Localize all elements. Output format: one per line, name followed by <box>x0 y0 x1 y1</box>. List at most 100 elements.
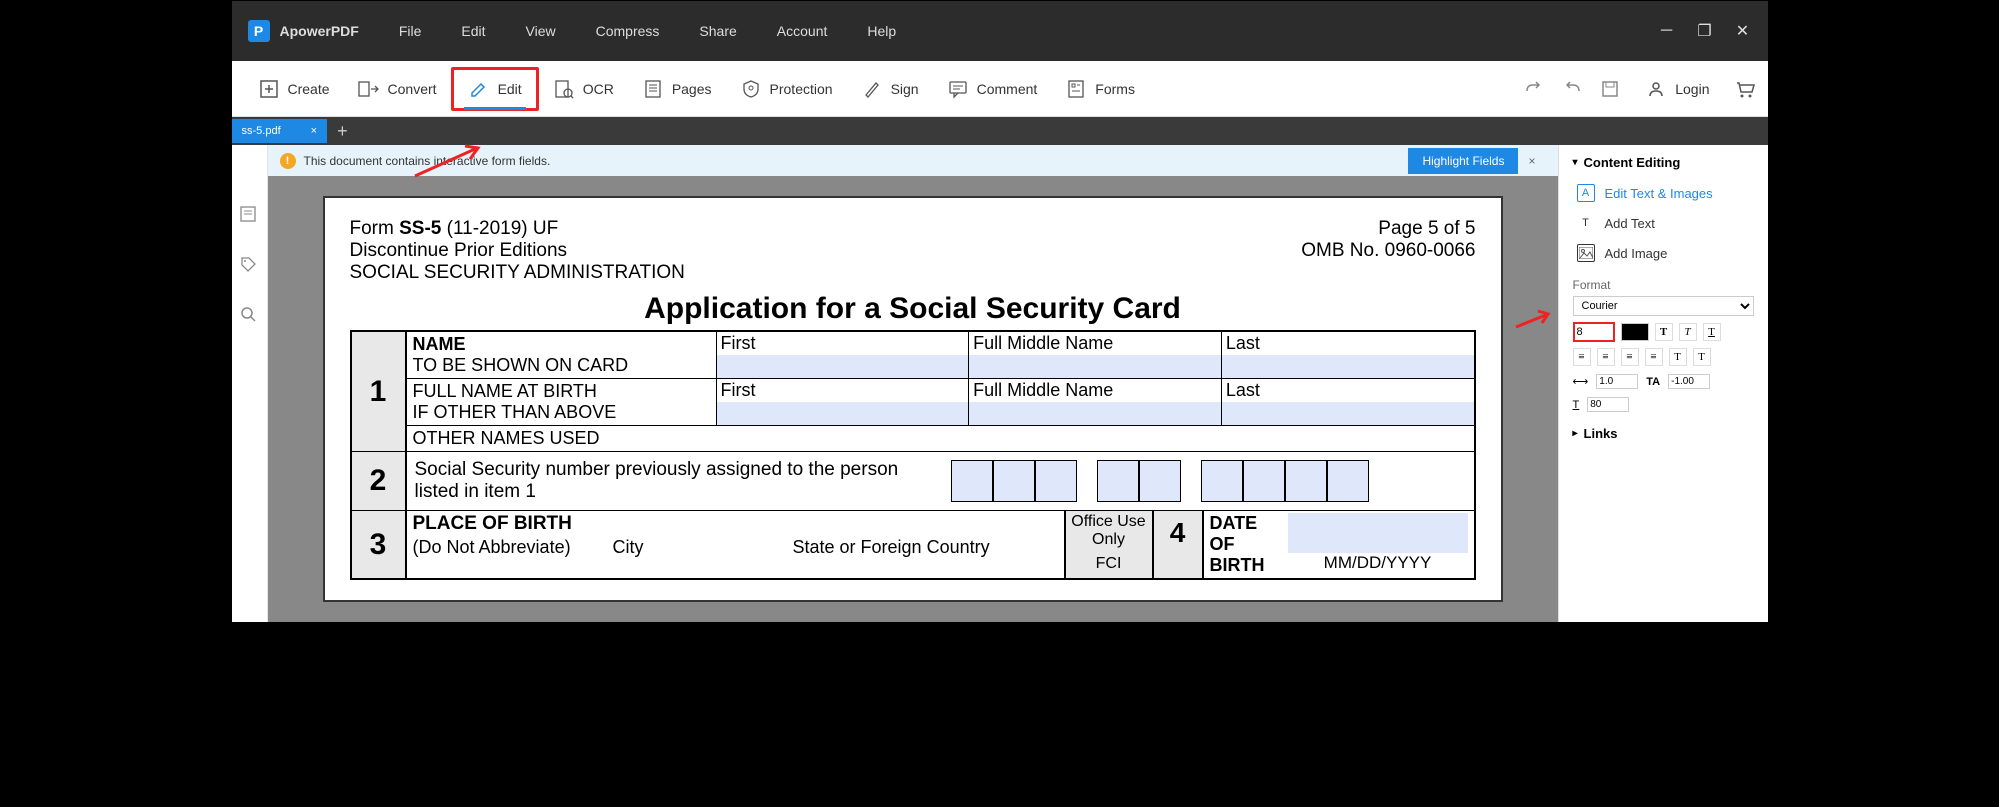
redo-icon[interactable] <box>1523 78 1545 100</box>
image-icon <box>1577 244 1595 262</box>
add-image-item[interactable]: Add Image <box>1573 238 1754 268</box>
menu-edit[interactable]: Edit <box>461 23 485 39</box>
form-number: Form SS-5 (11-2019) UF <box>350 218 559 239</box>
menu-account[interactable]: Account <box>777 23 828 39</box>
menu-help[interactable]: Help <box>867 23 896 39</box>
save-icon[interactable] <box>1599 78 1621 100</box>
hscale-icon: T <box>1573 399 1580 411</box>
tags-icon[interactable] <box>239 255 259 275</box>
convert-icon <box>358 78 380 100</box>
notice-close-icon[interactable]: × <box>1518 154 1545 168</box>
pages-button[interactable]: Pages <box>628 70 726 108</box>
birth-last-field[interactable] <box>1222 402 1474 425</box>
thumbnails-icon[interactable] <box>239 205 259 225</box>
ocr-icon <box>553 78 575 100</box>
birth-middle-field[interactable] <box>969 402 1221 425</box>
middle-name-field[interactable] <box>969 355 1221 378</box>
pdf-page[interactable]: Form SS-5 (11-2019) UF Discontinue Prior… <box>323 196 1503 602</box>
line-height-input[interactable] <box>1596 374 1638 389</box>
ssn-digit[interactable] <box>1201 460 1243 502</box>
form-table: 1 NAMETO BE SHOWN ON CARD First Full Mid… <box>350 330 1476 580</box>
add-text-item[interactable]: T Add Text <box>1573 208 1754 238</box>
row-number-1: 1 <box>352 332 407 451</box>
minimize-icon[interactable]: ─ <box>1658 22 1676 40</box>
forms-icon <box>1065 78 1087 100</box>
line-height-icon: ⟷ <box>1573 375 1589 388</box>
comment-icon <box>947 78 969 100</box>
content-editing-header[interactable]: Content Editing <box>1573 155 1754 170</box>
highlight-fields-button[interactable]: Highlight Fields <box>1408 148 1518 174</box>
menu-compress[interactable]: Compress <box>596 23 660 39</box>
superscript-icon[interactable]: T <box>1669 348 1687 366</box>
ocr-button[interactable]: OCR <box>539 70 628 108</box>
subscript-icon[interactable]: T <box>1693 348 1711 366</box>
close-icon[interactable]: ✕ <box>1734 22 1752 40</box>
font-size-input[interactable] <box>1573 322 1615 342</box>
edit-text-images-item[interactable]: A Edit Text & Images <box>1573 178 1754 208</box>
notice-bar: ! This document contains interactive for… <box>268 145 1558 176</box>
ssn-prompt: Social Security number previously assign… <box>407 453 947 509</box>
warning-icon: ! <box>280 153 296 169</box>
add-text-icon: T <box>1577 214 1595 232</box>
font-family-select[interactable]: Courier <box>1573 296 1754 316</box>
comment-button[interactable]: Comment <box>933 70 1052 108</box>
menu-view[interactable]: View <box>526 23 556 39</box>
ssn-boxes <box>947 452 1373 510</box>
ssn-digit[interactable] <box>1139 460 1181 502</box>
tab-close-icon[interactable]: × <box>311 125 317 137</box>
align-justify-icon[interactable]: ≡ <box>1645 348 1663 366</box>
search-icon[interactable] <box>239 305 259 325</box>
left-sidebar <box>232 145 268 622</box>
row-number-4: 4 <box>1154 511 1204 578</box>
letter-spacing-input[interactable] <box>1668 374 1710 389</box>
italic-icon[interactable]: T <box>1679 323 1697 341</box>
app-name: ApowerPDF <box>280 23 359 39</box>
omb-number: OMB No. 0960-0066 <box>1301 240 1475 262</box>
menu-file[interactable]: File <box>399 23 422 39</box>
ssn-digit[interactable] <box>1097 460 1139 502</box>
last-name-field[interactable] <box>1222 355 1474 378</box>
undo-icon[interactable] <box>1561 78 1583 100</box>
document-tab[interactable]: ss-5.pdf × <box>232 119 328 143</box>
tab-add-icon[interactable]: + <box>327 121 358 142</box>
create-button[interactable]: Create <box>244 70 344 108</box>
cart-icon[interactable] <box>1734 78 1756 100</box>
tabstrip: ss-5.pdf × + <box>232 117 1768 145</box>
doc-title: Application for a Social Security Card <box>350 292 1476 326</box>
edit-button[interactable]: Edit <box>451 67 539 111</box>
forms-button[interactable]: Forms <box>1051 70 1149 108</box>
dob-field[interactable] <box>1288 513 1468 553</box>
bold-icon[interactable]: T <box>1655 323 1673 341</box>
login-button[interactable]: Login <box>1637 74 1717 104</box>
birth-first-field[interactable] <box>717 402 969 425</box>
sign-button[interactable]: Sign <box>847 70 933 108</box>
app-logo: P <box>248 20 270 42</box>
convert-button[interactable]: Convert <box>344 70 451 108</box>
protection-button[interactable]: Protection <box>726 70 847 108</box>
hscale-input[interactable] <box>1587 397 1629 412</box>
font-color-swatch[interactable] <box>1621 323 1649 341</box>
page-of: Page 5 of 5 <box>1301 218 1475 240</box>
ssn-digit[interactable] <box>1285 460 1327 502</box>
format-label: Format <box>1573 278 1754 292</box>
align-left-icon[interactable]: ≡ <box>1573 348 1591 366</box>
underline-icon[interactable]: T <box>1703 323 1721 341</box>
ssn-digit[interactable] <box>993 460 1035 502</box>
user-icon <box>1645 78 1667 100</box>
toolbar: Create Convert Edit OCR Pages Protection… <box>232 61 1768 117</box>
tab-label: ss-5.pdf <box>242 125 281 137</box>
links-section[interactable]: Links <box>1573 426 1754 441</box>
first-name-field[interactable] <box>717 355 969 378</box>
document-area: ! This document contains interactive for… <box>268 145 1558 622</box>
ssn-digit[interactable] <box>1035 460 1077 502</box>
ssa-text: SOCIAL SECURITY ADMINISTRATION <box>350 262 685 284</box>
text-images-icon: A <box>1577 184 1595 202</box>
align-right-icon[interactable]: ≡ <box>1621 348 1639 366</box>
align-center-icon[interactable]: ≡ <box>1597 348 1615 366</box>
menu-share[interactable]: Share <box>699 23 736 39</box>
letter-spacing-icon: TA <box>1646 376 1660 388</box>
ssn-digit[interactable] <box>1243 460 1285 502</box>
maximize-icon[interactable]: ❐ <box>1696 22 1714 40</box>
ssn-digit[interactable] <box>1327 460 1369 502</box>
ssn-digit[interactable] <box>951 460 993 502</box>
